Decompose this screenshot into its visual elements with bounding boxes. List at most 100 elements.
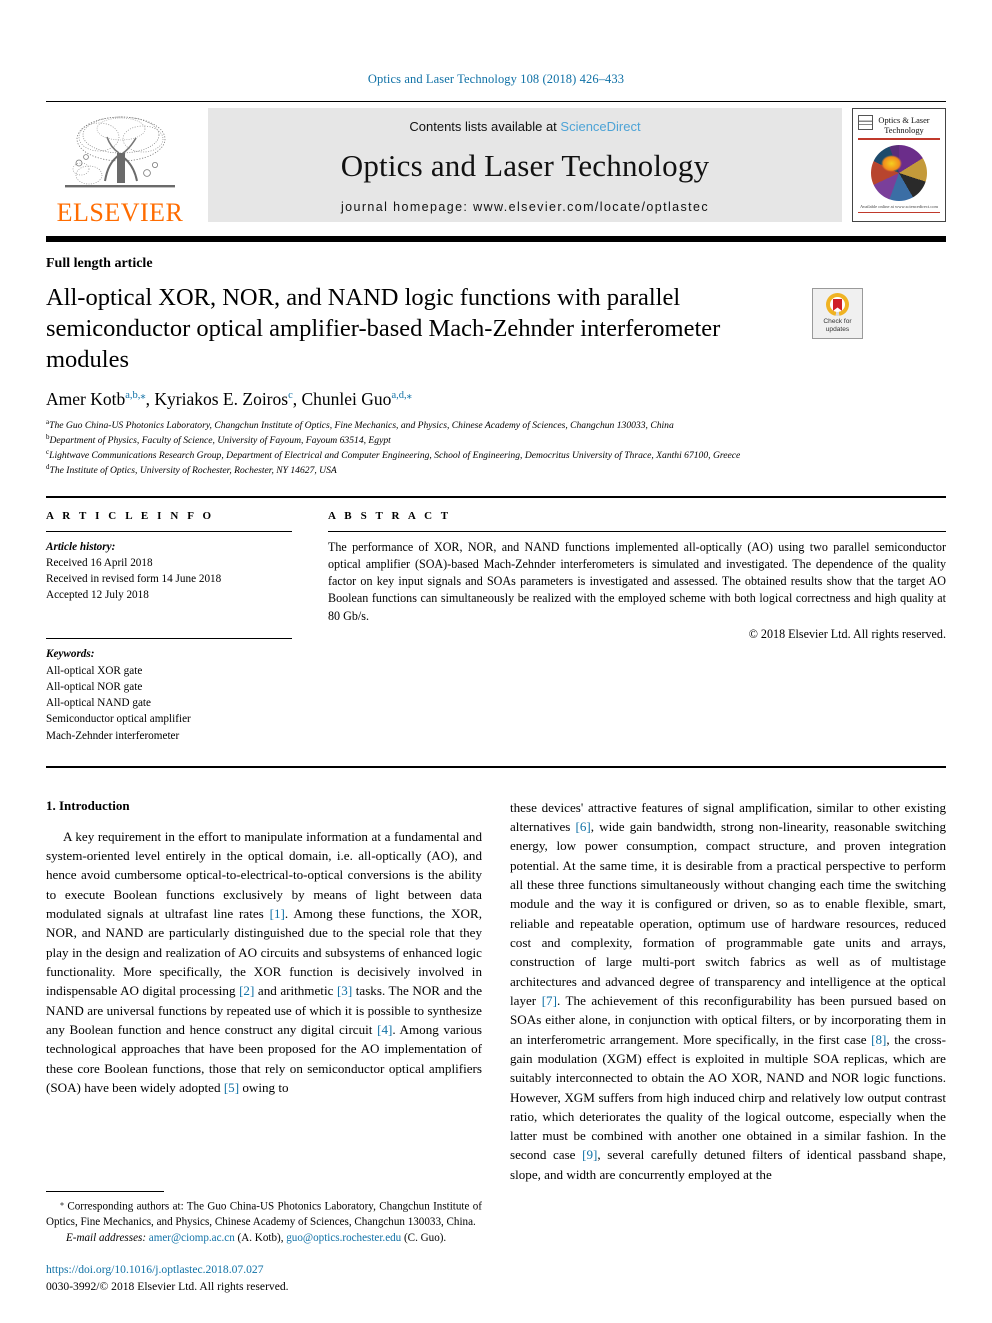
intro-text-1f: owing to bbox=[239, 1079, 289, 1095]
corresponding-author-footnote: ⁎ Corresponding authors at: The Guo Chin… bbox=[46, 1197, 482, 1231]
citation-4[interactable]: [4] bbox=[377, 1022, 392, 1037]
affiliation-item: cLightwave Communications Research Group… bbox=[46, 448, 946, 463]
running-head: Optics and Laser Technology 108 (2018) 4… bbox=[367, 72, 625, 86]
page-title: All-optical XOR, NOR, and NAND logic fun… bbox=[46, 284, 721, 374]
cover-rule-bottom bbox=[858, 211, 940, 213]
author-1-marks: c bbox=[288, 390, 293, 402]
citation-7[interactable]: [7] bbox=[542, 993, 557, 1008]
history-item: Received in revised form 14 June 2018 bbox=[46, 572, 222, 585]
affiliation-0-text: The Guo China-US Photonics Laboratory, C… bbox=[49, 420, 674, 432]
article-info-heading: A R T I C L E I N F O bbox=[46, 509, 215, 522]
elsevier-logo: ELSEVIER bbox=[46, 102, 194, 230]
body-columns: 1. Introduction A key requirement in the… bbox=[46, 798, 946, 1184]
journal-cover-thumbnail: Optics & Laser Technology Available onli… bbox=[852, 108, 946, 222]
author-0-marks: a,b,⁎ bbox=[125, 390, 146, 402]
email-link-1[interactable]: amer@ciomp.ac.cn bbox=[149, 1232, 235, 1244]
keywords-rule bbox=[46, 638, 292, 640]
abstract-copyright: © 2018 Elsevier Ltd. All rights reserved… bbox=[748, 626, 946, 641]
keyword-item: Mach-Zehnder interferometer bbox=[46, 729, 180, 742]
abstract-heading: A B S T R A C T bbox=[328, 509, 452, 522]
history-item: Received 16 April 2018 bbox=[46, 556, 153, 569]
issn-copyright-line: 0030-3992/© 2018 Elsevier Ltd. All right… bbox=[46, 1279, 289, 1293]
author-2-marks: a,d,⁎ bbox=[391, 390, 412, 402]
article-info-rule bbox=[46, 530, 292, 532]
citation-6[interactable]: [6] bbox=[575, 819, 590, 834]
crossmark-label-line2: updates bbox=[825, 326, 850, 333]
intro-text-2d: , the cross-gain modulation (XGM) effect… bbox=[510, 1031, 946, 1163]
cover-elsevier-icon bbox=[858, 115, 873, 130]
author-2-name: Chunlei Guo bbox=[301, 389, 392, 410]
affiliation-item: aThe Guo China-US Photonics Laboratory, … bbox=[46, 418, 946, 433]
citation-3[interactable]: [3] bbox=[337, 983, 352, 998]
citation-5[interactable]: [5] bbox=[224, 1080, 239, 1095]
intro-text-1c: and arithmetic bbox=[254, 983, 337, 999]
affiliation-item: dThe Institute of Optics, University of … bbox=[46, 463, 946, 478]
intro-paragraph-left: A key requirement in the effort to manip… bbox=[46, 827, 482, 1097]
article-history-label: Article history: bbox=[46, 540, 116, 553]
footnote-separator-rule bbox=[46, 1190, 164, 1192]
journal-banner: Contents lists available at ScienceDirec… bbox=[208, 108, 842, 222]
intro-paragraph-right: these devices' attractive features of si… bbox=[510, 798, 946, 1184]
journal-homepage-link[interactable]: journal homepage: www.elsevier.com/locat… bbox=[341, 200, 709, 214]
paper-page: Optics and Laser Technology 108 (2018) 4… bbox=[0, 0, 992, 1323]
cover-footer-text: Available online at www.sciencedirect.co… bbox=[860, 203, 938, 209]
article-info-column: A R T I C L E I N F O Article history: R… bbox=[46, 510, 314, 744]
keyword-item: All-optical NOR gate bbox=[46, 680, 143, 693]
cover-title: Optics & Laser Technology bbox=[878, 116, 930, 135]
corresponding-text: Corresponding authors at: The Guo China-… bbox=[46, 1200, 482, 1229]
author-1: Kyriakos E. Zoirosc bbox=[154, 389, 292, 409]
keyword-item: Semiconductor optical amplifier bbox=[46, 713, 191, 726]
abstract-column: A B S T R A C T The performance of XOR, … bbox=[314, 510, 946, 744]
doi-block: https://doi.org/10.1016/j.optlastec.2018… bbox=[46, 1262, 482, 1295]
journal-masthead: ELSEVIER Contents lists available at Sci… bbox=[46, 101, 946, 230]
keywords-label: Keywords: bbox=[46, 648, 95, 661]
masthead-bottom-rule bbox=[46, 236, 946, 242]
abstract-rule bbox=[328, 530, 946, 532]
contents-available-line: Contents lists available at ScienceDirec… bbox=[409, 119, 640, 134]
keywords-block: Keywords: All-optical XOR gate All-optic… bbox=[46, 646, 314, 743]
doi-link[interactable]: https://doi.org/10.1016/j.optlastec.2018… bbox=[46, 1262, 482, 1278]
history-item: Accepted 12 July 2018 bbox=[46, 589, 149, 602]
citation-1[interactable]: [1] bbox=[270, 906, 285, 921]
keyword-item: All-optical NAND gate bbox=[46, 697, 152, 710]
citation-9[interactable]: [9] bbox=[582, 1147, 597, 1162]
author-2: Chunlei Guoa,d,⁎ bbox=[302, 389, 412, 409]
affiliation-1-text: Department of Physics, Faculty of Scienc… bbox=[49, 435, 391, 447]
title-row: All-optical XOR, NOR, and NAND logic fun… bbox=[46, 282, 946, 375]
elsevier-wordmark: ELSEVIER bbox=[56, 198, 184, 227]
citation-2[interactable]: [2] bbox=[239, 983, 254, 998]
journal-title: Optics and Laser Technology bbox=[340, 147, 710, 183]
intro-text-2b: , wide gain bandwidth, strong non-linear… bbox=[510, 819, 947, 1008]
body-column-right: these devices' attractive features of si… bbox=[510, 798, 946, 1184]
author-1-name: Kyriakos E. Zoiros bbox=[154, 389, 289, 410]
article-type-label: Full length article bbox=[46, 256, 153, 271]
abstract-text: The performance of XOR, NOR, and NAND fu… bbox=[328, 539, 946, 623]
citation-8[interactable]: [8] bbox=[871, 1032, 886, 1047]
cover-collage-image bbox=[871, 144, 927, 201]
crossmark-icon bbox=[826, 293, 849, 317]
email-owner-2: (C. Guo). bbox=[401, 1231, 447, 1244]
crossmark-label: Check for updates bbox=[823, 318, 851, 333]
author-0-name: Amer Kotb bbox=[46, 389, 126, 410]
sciencedirect-link[interactable]: ScienceDirect bbox=[560, 119, 640, 134]
article-history-block: Article history: Received 16 April 2018 … bbox=[46, 539, 314, 604]
contents-prefix: Contents lists available at bbox=[409, 118, 561, 134]
affiliation-list: aThe Guo China-US Photonics Laboratory, … bbox=[46, 418, 946, 477]
footnote-zone: ⁎ Corresponding authors at: The Guo Chin… bbox=[46, 1190, 482, 1295]
body-column-left: 1. Introduction A key requirement in the… bbox=[46, 798, 482, 1184]
crossmark-badge[interactable]: Check for updates bbox=[812, 288, 863, 339]
email-owner-1: (A. Kotb), bbox=[234, 1231, 287, 1244]
info-abstract-row: A R T I C L E I N F O Article history: R… bbox=[46, 498, 946, 744]
keyword-item: All-optical XOR gate bbox=[46, 664, 143, 677]
author-0: Amer Kotba,b,⁎ bbox=[46, 389, 146, 409]
email-label: E-mail addresses: bbox=[66, 1231, 147, 1244]
elsevier-tree-icon bbox=[65, 116, 175, 188]
crossmark-label-line1: Check for bbox=[823, 318, 852, 326]
author-list: Amer Kotba,b,⁎, Kyriakos E. Zoirosc, Chu… bbox=[46, 389, 412, 410]
affiliation-3-text: The Institute of Optics, University of R… bbox=[49, 464, 337, 476]
email-footnote: E-mail addresses: amer@ciomp.ac.cn (A. K… bbox=[46, 1231, 482, 1247]
affiliation-item: bDepartment of Physics, Faculty of Scien… bbox=[46, 433, 946, 448]
section-heading-introduction: 1. Introduction bbox=[46, 797, 130, 813]
email-link-2[interactable]: guo@optics.rochester.edu bbox=[286, 1232, 401, 1244]
cover-rule-top bbox=[858, 138, 940, 140]
